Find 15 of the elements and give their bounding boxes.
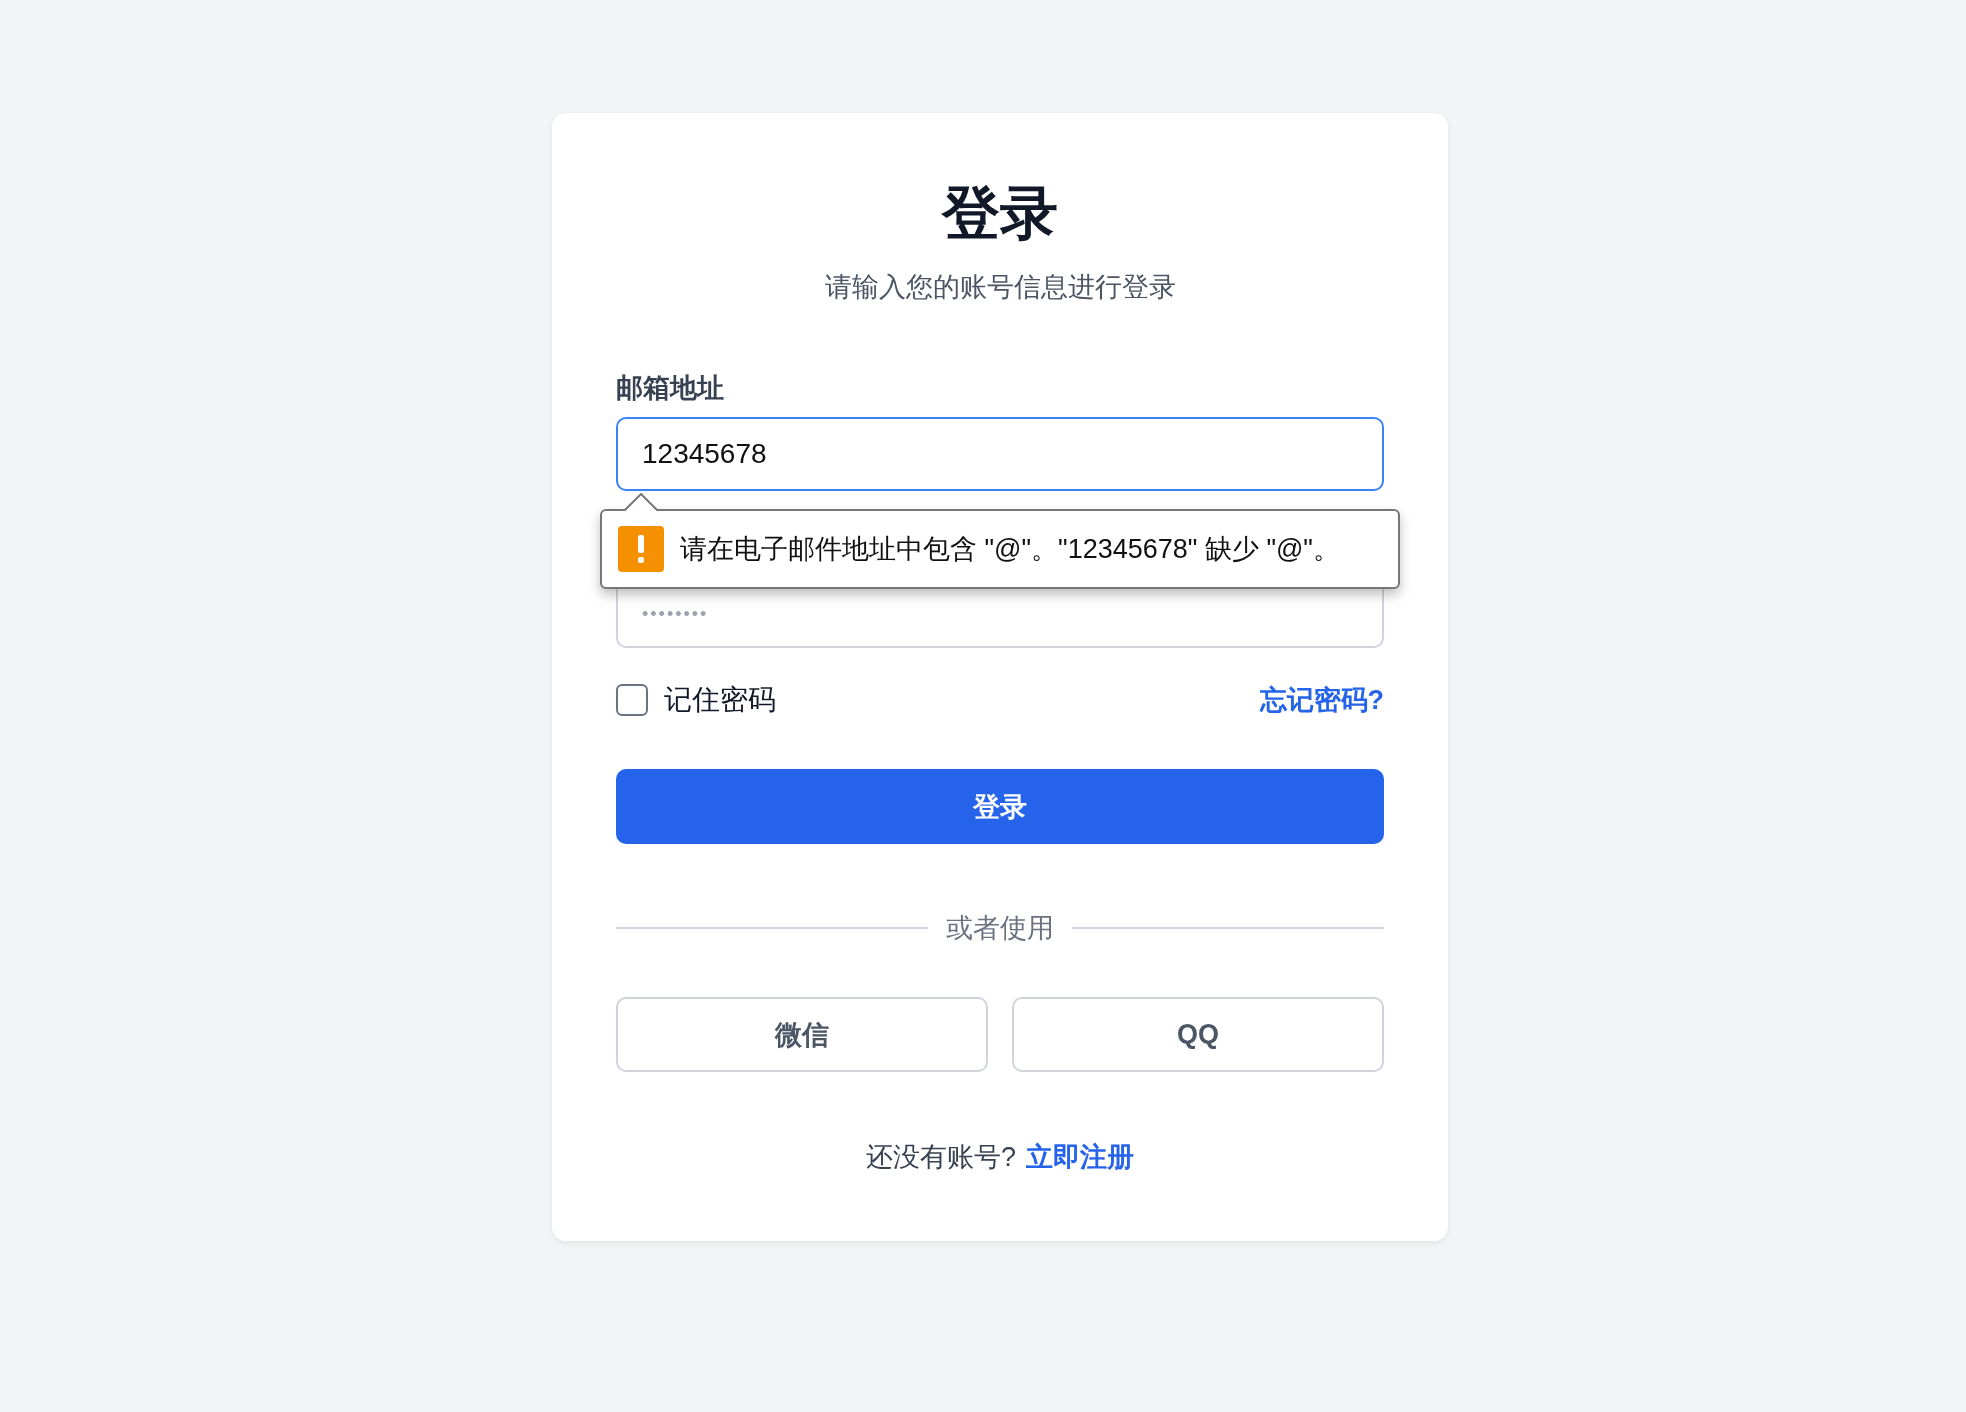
field-label: 邮箱地址: [616, 372, 725, 405]
register-link[interactable]: 立即注册: [1026, 1139, 1134, 1175]
page-subtitle: 请输入您的账号信息进行登录: [823, 271, 1177, 304]
checkbox-label: 记住密码: [664, 683, 776, 717]
forgot-password-link[interactable]: 忘记密码?: [1259, 682, 1384, 718]
login-button[interactable]: 登录: [616, 769, 1384, 844]
tooltip-message: 请在电子邮件地址中包含 "@"。"12345678" 缺少 "@"。: [680, 533, 1340, 566]
footer-text: 还没有账号?: [866, 1141, 1016, 1174]
email-input-field[interactable]: 12345678: [616, 417, 1384, 491]
social-login-button[interactable]: 微信: [616, 997, 988, 1072]
page-title: 登录: [940, 179, 1059, 247]
remember-checkbox[interactable]: [616, 684, 648, 716]
divider-text: 或者使用: [946, 912, 1054, 945]
warning-icon: [618, 526, 664, 572]
social-login-button[interactable]: QQ: [1012, 997, 1384, 1072]
